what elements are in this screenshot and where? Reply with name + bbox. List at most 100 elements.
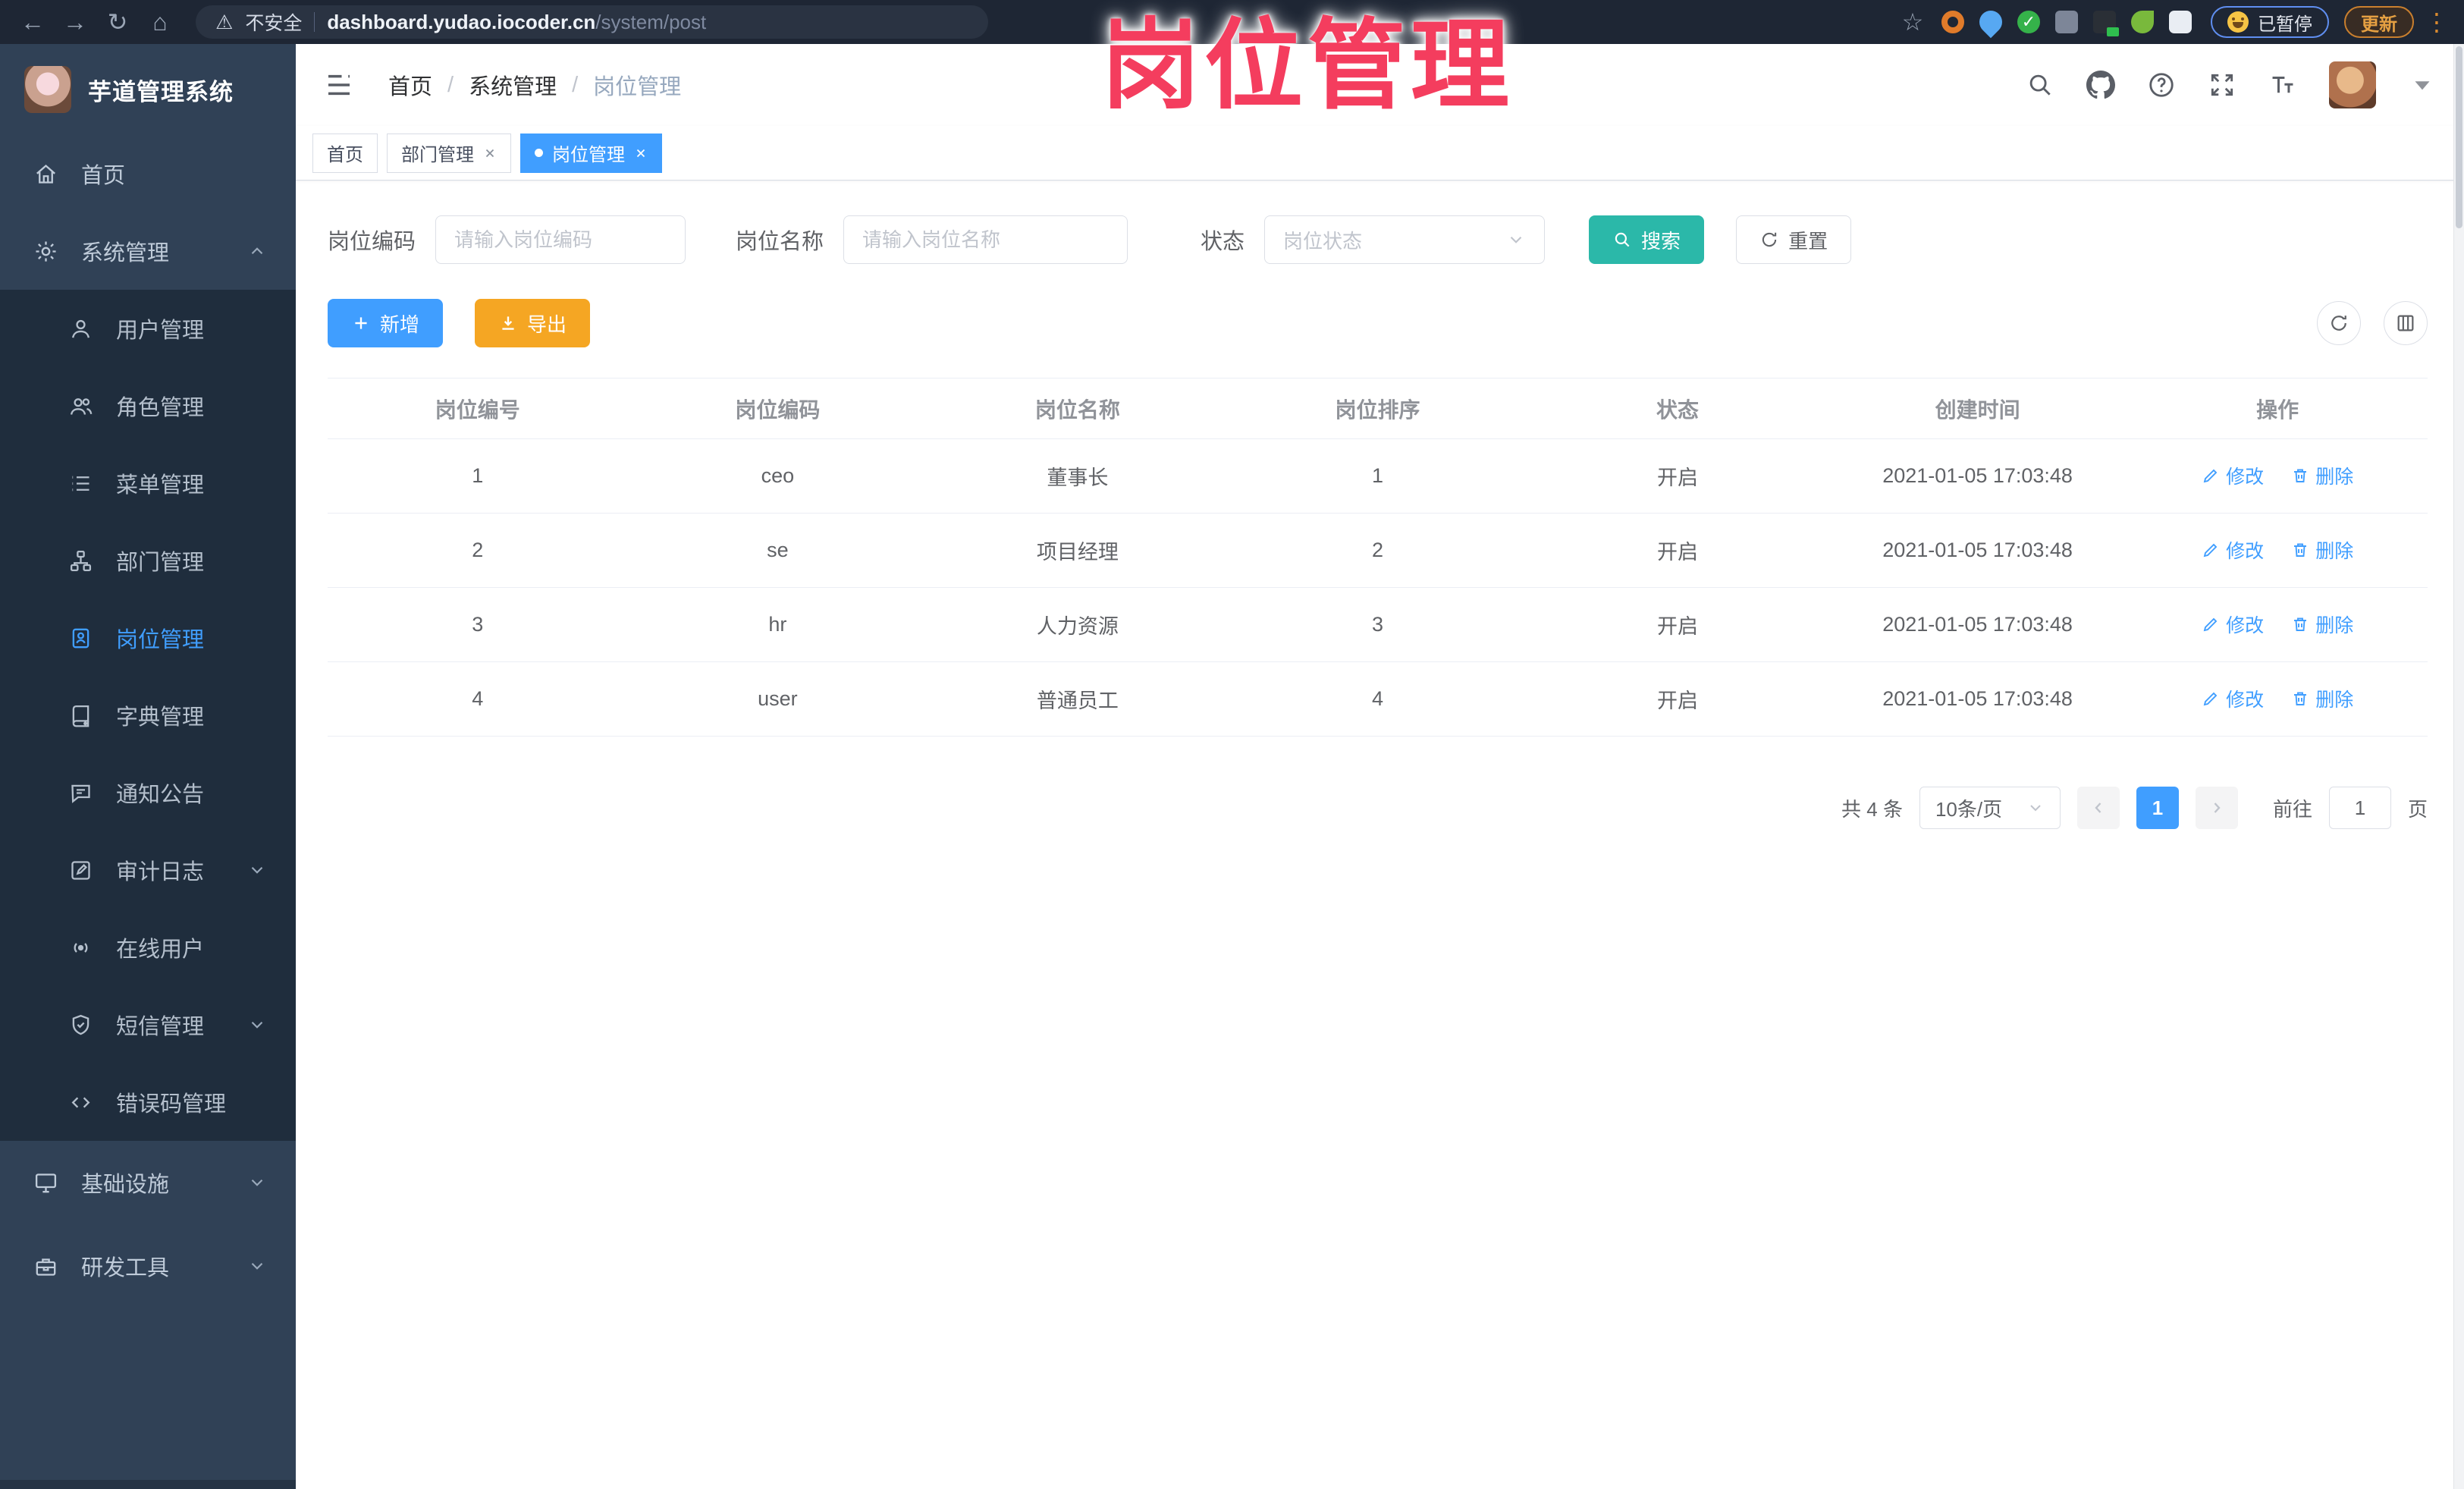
cell-post-code: hr [627, 587, 928, 662]
url-text[interactable]: dashboard.yudao.iocoder.cn/system/post [327, 11, 706, 34]
goto-page-input[interactable] [2328, 787, 2391, 829]
fullscreen-icon[interactable] [2208, 71, 2236, 99]
extension-icon-ring[interactable] [1938, 7, 1968, 37]
sidebar-item-system[interactable]: 系统管理 [0, 212, 296, 290]
tab-departments[interactable]: 部门管理 [387, 133, 511, 173]
cell-post-name: 董事长 [928, 438, 1228, 514]
github-icon[interactable] [2086, 71, 2115, 99]
gear-icon [36, 240, 56, 262]
address-bar[interactable]: ⚠ 不安全 dashboard.yudao.iocoder.cn/system/… [196, 5, 988, 39]
main: 首页 / 系统管理 / 岗位管理 首页 部门管理 岗位管理 岗位编码 请输入岗位… [296, 44, 2464, 1489]
extension-icon-check[interactable]: ✓ [2014, 7, 2044, 37]
sidebar-item-infrastructure[interactable]: 基础设施 [0, 1141, 296, 1224]
close-icon[interactable] [483, 146, 497, 160]
tab-posts[interactable]: 岗位管理 [520, 133, 662, 173]
sidebar-item-home[interactable]: 首页 [0, 135, 296, 212]
browser-update-button[interactable]: 更新 [2344, 6, 2414, 38]
edit-link[interactable]: 修改 [2202, 536, 2264, 564]
sidebar-item-dev-tools[interactable]: 研发工具 [0, 1224, 296, 1308]
bookmark-star-icon[interactable]: ☆ [1895, 5, 1930, 39]
security-label[interactable]: 不安全 [245, 8, 302, 36]
search-button-label: 搜索 [1641, 229, 1681, 253]
browser-home-icon[interactable]: ⌂ [143, 5, 177, 39]
add-button[interactable]: 新增 [328, 299, 444, 347]
help-icon[interactable] [2147, 71, 2176, 99]
avatar[interactable] [2329, 61, 2376, 108]
edit-link[interactable]: 修改 [2202, 685, 2264, 712]
extension-icon-puzzle[interactable] [2165, 7, 2196, 37]
trash-icon [2294, 617, 2307, 631]
cell-actions: 修改 删除 [2127, 587, 2428, 662]
chevron-down-icon [251, 866, 263, 874]
sidebar-collapse-bar[interactable] [0, 1480, 296, 1489]
page-size-select[interactable]: 10条/页 [1919, 787, 2061, 829]
delete-link[interactable]: 删除 [2291, 462, 2353, 489]
trash-icon [2294, 692, 2307, 705]
col-post-code: 岗位编码 [627, 378, 928, 439]
hamburger-icon[interactable] [323, 69, 355, 101]
current-page-number: 1 [2152, 796, 2164, 819]
page-scrollbar[interactable] [2453, 44, 2464, 1489]
sidebar-item-label: 角色管理 [116, 396, 205, 420]
edit-link[interactable]: 修改 [2202, 611, 2264, 638]
shield-icon [72, 1014, 89, 1035]
search-button[interactable]: 搜索 [1589, 215, 1705, 264]
sidebar-item-departments[interactable]: 部门管理 [0, 522, 296, 599]
sidebar-item-users[interactable]: 用户管理 [0, 290, 296, 367]
edit-link[interactable]: 修改 [2202, 462, 2264, 489]
sidebar-item-notices[interactable]: 通知公告 [0, 754, 296, 831]
browser-reload-icon[interactable]: ↻ [100, 5, 135, 39]
profile-paused-badge[interactable]: 已暂停 [2211, 6, 2329, 38]
page-1-button[interactable]: 1 [2136, 787, 2179, 829]
sidebar-item-menus[interactable]: 菜单管理 [0, 445, 296, 522]
cell-created: 2021-01-05 17:03:48 [1827, 661, 2128, 737]
toolbox-icon [36, 1258, 56, 1276]
extension-icon-drop[interactable] [1974, 5, 2007, 39]
delete-link[interactable]: 删除 [2291, 685, 2353, 712]
browser-menu-icon[interactable]: ⋮ [2425, 8, 2449, 36]
table-row: 1 ceo 董事长 1 开启 2021-01-05 17:03:48 修改 删除 [328, 438, 2428, 514]
sidebar-item-dictionary[interactable]: 字典管理 [0, 677, 296, 754]
browser-back-icon[interactable]: ← [15, 5, 50, 39]
cell-post-id: 1 [328, 438, 628, 514]
status-select[interactable]: 岗位状态 [1264, 215, 1546, 264]
breadcrumb-separator: / [447, 72, 454, 97]
page-unit-label: 页 [2407, 797, 2428, 821]
reset-button[interactable]: 重置 [1736, 215, 1852, 264]
tab-home[interactable]: 首页 [312, 133, 378, 173]
extension-icon-leaf[interactable] [2127, 7, 2158, 37]
sidebar-item-sms[interactable]: 短信管理 [0, 986, 296, 1063]
browser-forward-icon[interactable]: → [58, 5, 93, 39]
address-divider [314, 12, 315, 32]
prev-page-button[interactable] [2076, 787, 2120, 829]
column-settings-button[interactable] [2384, 301, 2428, 345]
next-page-button[interactable] [2195, 787, 2238, 829]
post-code-input[interactable] [435, 215, 686, 264]
breadcrumb-item-home[interactable]: 首页 [388, 69, 432, 101]
sidebar-item-error-codes[interactable]: 错误码管理 [0, 1063, 296, 1141]
export-button[interactable]: 导出 [475, 299, 591, 347]
cell-created: 2021-01-05 17:03:48 [1827, 438, 2128, 514]
sidebar-item-label: 基础设施 [81, 1173, 170, 1197]
sidebar-item-online-users[interactable]: 在线用户 [0, 909, 296, 986]
post-name-input[interactable] [843, 215, 1128, 264]
search-icon[interactable] [2026, 71, 2054, 99]
delete-link[interactable]: 删除 [2291, 536, 2353, 564]
cell-status: 开启 [1527, 661, 1828, 737]
refresh-table-button[interactable] [2317, 301, 2361, 345]
font-size-icon[interactable] [2268, 71, 2297, 99]
sidebar-item-audit-logs[interactable]: 审计日志 [0, 831, 296, 909]
extension-icon-terminal[interactable] [2089, 7, 2120, 37]
scrollbar-thumb[interactable] [2456, 46, 2462, 228]
logo-image [24, 66, 71, 113]
caret-down-icon[interactable] [2408, 71, 2437, 99]
add-button-label: 新增 [380, 313, 420, 336]
breadcrumb-item-system[interactable]: 系统管理 [469, 69, 557, 101]
extension-icon-sliders[interactable] [2051, 7, 2082, 37]
delete-link[interactable]: 删除 [2291, 611, 2353, 638]
close-icon[interactable] [634, 146, 648, 160]
cell-status: 开启 [1527, 513, 1828, 588]
export-button-label: 导出 [527, 313, 567, 336]
sidebar-item-posts[interactable]: 岗位管理 [0, 599, 296, 677]
sidebar-item-roles[interactable]: 角色管理 [0, 367, 296, 445]
